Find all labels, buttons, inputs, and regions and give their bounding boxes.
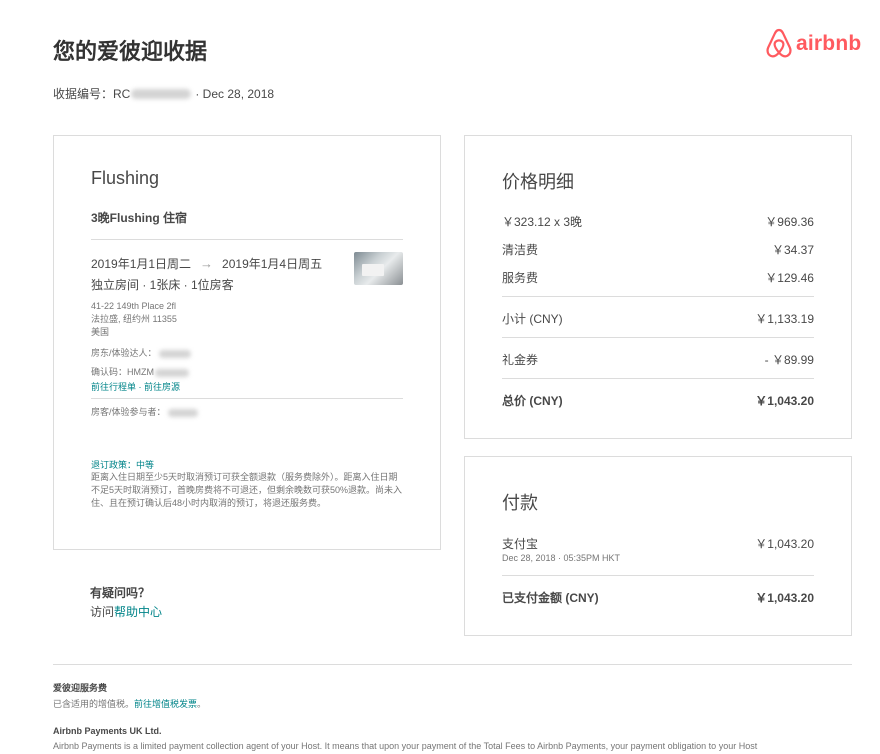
service-fee-title: 爱彼迎服务费 xyxy=(53,683,108,693)
address-line: 法拉盛, 纽约州 11355 xyxy=(91,314,177,324)
listing-address: 41-22 149th Place 2fl 法拉盛, 纽约州 11355 美国 xyxy=(91,300,177,339)
price-value: ￥129.46 xyxy=(765,271,814,285)
guest-info: 房客/体验参与者： xyxy=(91,406,198,419)
host-label: 房东/体验达人： xyxy=(91,348,157,358)
receipt-date: · Dec 28, 2018 xyxy=(195,86,275,101)
price-value: - ￥89.99 xyxy=(764,353,814,367)
price-label: 清洁费 xyxy=(502,243,539,257)
footer-divider xyxy=(53,664,852,665)
redacted-receipt-code xyxy=(131,88,192,99)
price-breakdown-card: 价格明细 ￥323.12 x 3晚 ￥969.36 清洁费 ￥34.37 服务费… xyxy=(464,135,852,439)
room-summary: 独立房间 · 1张床 · 1位房客 xyxy=(91,278,234,292)
payment-card: 付款 支付宝 ￥1,043.20 Dec 28, 2018 · 05:35PM … xyxy=(464,456,852,636)
link-separator: · xyxy=(136,382,145,392)
vat-invoice-link[interactable]: 前往增值税发票 xyxy=(134,699,197,709)
price-row: ￥323.12 x 3晚 ￥969.36 xyxy=(502,213,814,230)
redacted-host-name xyxy=(158,349,191,358)
host-info: 房东/体验达人： xyxy=(91,347,191,360)
airbnb-logo[interactable]: airbnb xyxy=(765,28,861,59)
help-center-link[interactable]: 帮助中心 xyxy=(114,605,162,619)
airbnb-logo-icon xyxy=(766,28,792,58)
receipt-label: 收据编号：RC xyxy=(53,87,131,101)
price-label: 服务费 xyxy=(502,271,539,285)
price-label: 小计 (CNY) xyxy=(502,312,563,326)
listing-thumbnail[interactable] xyxy=(354,252,403,285)
logo-text: airbnb xyxy=(796,31,862,55)
paid-label: 已支付金额 (CNY) xyxy=(502,591,599,605)
itinerary-link[interactable]: 前往行程单 xyxy=(91,382,136,392)
price-title: 价格明细 xyxy=(502,172,574,192)
divider xyxy=(502,337,814,338)
coupon-row: 礼金券 - ￥89.99 xyxy=(502,351,814,368)
payment-amount: ￥1,043.20 xyxy=(755,537,814,551)
price-value: ￥34.37 xyxy=(771,243,814,257)
price-value: ￥969.36 xyxy=(765,215,814,229)
price-label: 总价 (CNY) xyxy=(502,394,563,408)
address-line: 41-22 149th Place 2fl xyxy=(91,301,177,311)
divider xyxy=(91,239,403,240)
price-row: 服务费 ￥129.46 xyxy=(502,269,814,286)
conf-label: 确认码：HMZM xyxy=(91,367,154,377)
price-value: ￥1,043.20 xyxy=(755,394,814,408)
price-label: ￥323.12 x 3晚 xyxy=(502,215,583,229)
questions-title: 有疑问吗？ xyxy=(90,586,151,600)
confirmation-code: 确认码：HMZM xyxy=(91,366,189,379)
page-title: 您的爱彼迎收据 xyxy=(53,39,208,64)
subtotal-row: 小计 (CNY) ￥1,133.19 xyxy=(502,310,814,327)
payment-method: 支付宝 xyxy=(502,537,539,551)
checkin-date: 2019年1月1日周二 xyxy=(91,257,192,271)
paid-amount-row: 已支付金额 (CNY) ￥1,043.20 xyxy=(502,589,814,606)
price-label: 礼金券 xyxy=(502,353,539,367)
divider xyxy=(502,575,814,576)
receipt-number: 收据编号：RC · Dec 28, 2018 xyxy=(53,85,274,102)
redacted-conf-code xyxy=(155,368,189,377)
vat-end: 。 xyxy=(197,699,207,709)
listing-city: Flushing xyxy=(91,168,160,188)
checkout-date: 2019年1月4日周五 xyxy=(222,257,323,271)
stay-dates: 2019年1月1日周二 → 2019年1月4日周五 xyxy=(91,255,322,272)
address-line: 美国 xyxy=(91,327,110,337)
vat-text: 已含适用的增值税。 xyxy=(53,699,135,709)
listing-link[interactable]: 前往房源 xyxy=(144,382,180,392)
help-prefix: 访问 xyxy=(90,605,115,619)
listing-links: 前往行程单 · 前往房源 xyxy=(91,380,180,393)
listing-card: Flushing 3晚Flushing 住宿 2019年1月1日周二 → 201… xyxy=(53,135,441,550)
vat-note: 已含适用的增值税。前往增值税发票。 xyxy=(53,697,206,710)
guest-label: 房客/体验参与者： xyxy=(91,407,166,417)
help-center: 访问帮助中心 xyxy=(90,603,162,620)
company-name: Airbnb Payments UK Ltd. xyxy=(53,726,162,736)
cancellation-policy-link[interactable]: 退订政策：中等 xyxy=(91,458,154,471)
divider xyxy=(91,398,403,399)
listing-nights-title: 3晚Flushing 住宿 xyxy=(91,211,188,225)
arrow-right-icon: → xyxy=(200,256,214,271)
payment-title: 付款 xyxy=(502,493,538,513)
cancellation-policy-text: 距离入住日期至少5天时取消预订可获全额退款（服务费除外）。距离入住日期不足5天时… xyxy=(91,472,403,508)
price-value: ￥1,133.19 xyxy=(755,312,814,326)
divider xyxy=(502,378,814,379)
divider xyxy=(502,296,814,297)
payment-method-row: 支付宝 ￥1,043.20 xyxy=(502,535,814,552)
paid-value: ￥1,043.20 xyxy=(755,591,814,605)
total-row: 总价 (CNY) ￥1,043.20 xyxy=(502,392,814,409)
price-row: 清洁费 ￥34.37 xyxy=(502,241,814,258)
redacted-guest-name xyxy=(167,408,198,417)
company-disclaimer: Airbnb Payments is a limited payment col… xyxy=(53,741,758,751)
payment-datetime: Dec 28, 2018 · 05:35PM HKT xyxy=(502,553,621,563)
